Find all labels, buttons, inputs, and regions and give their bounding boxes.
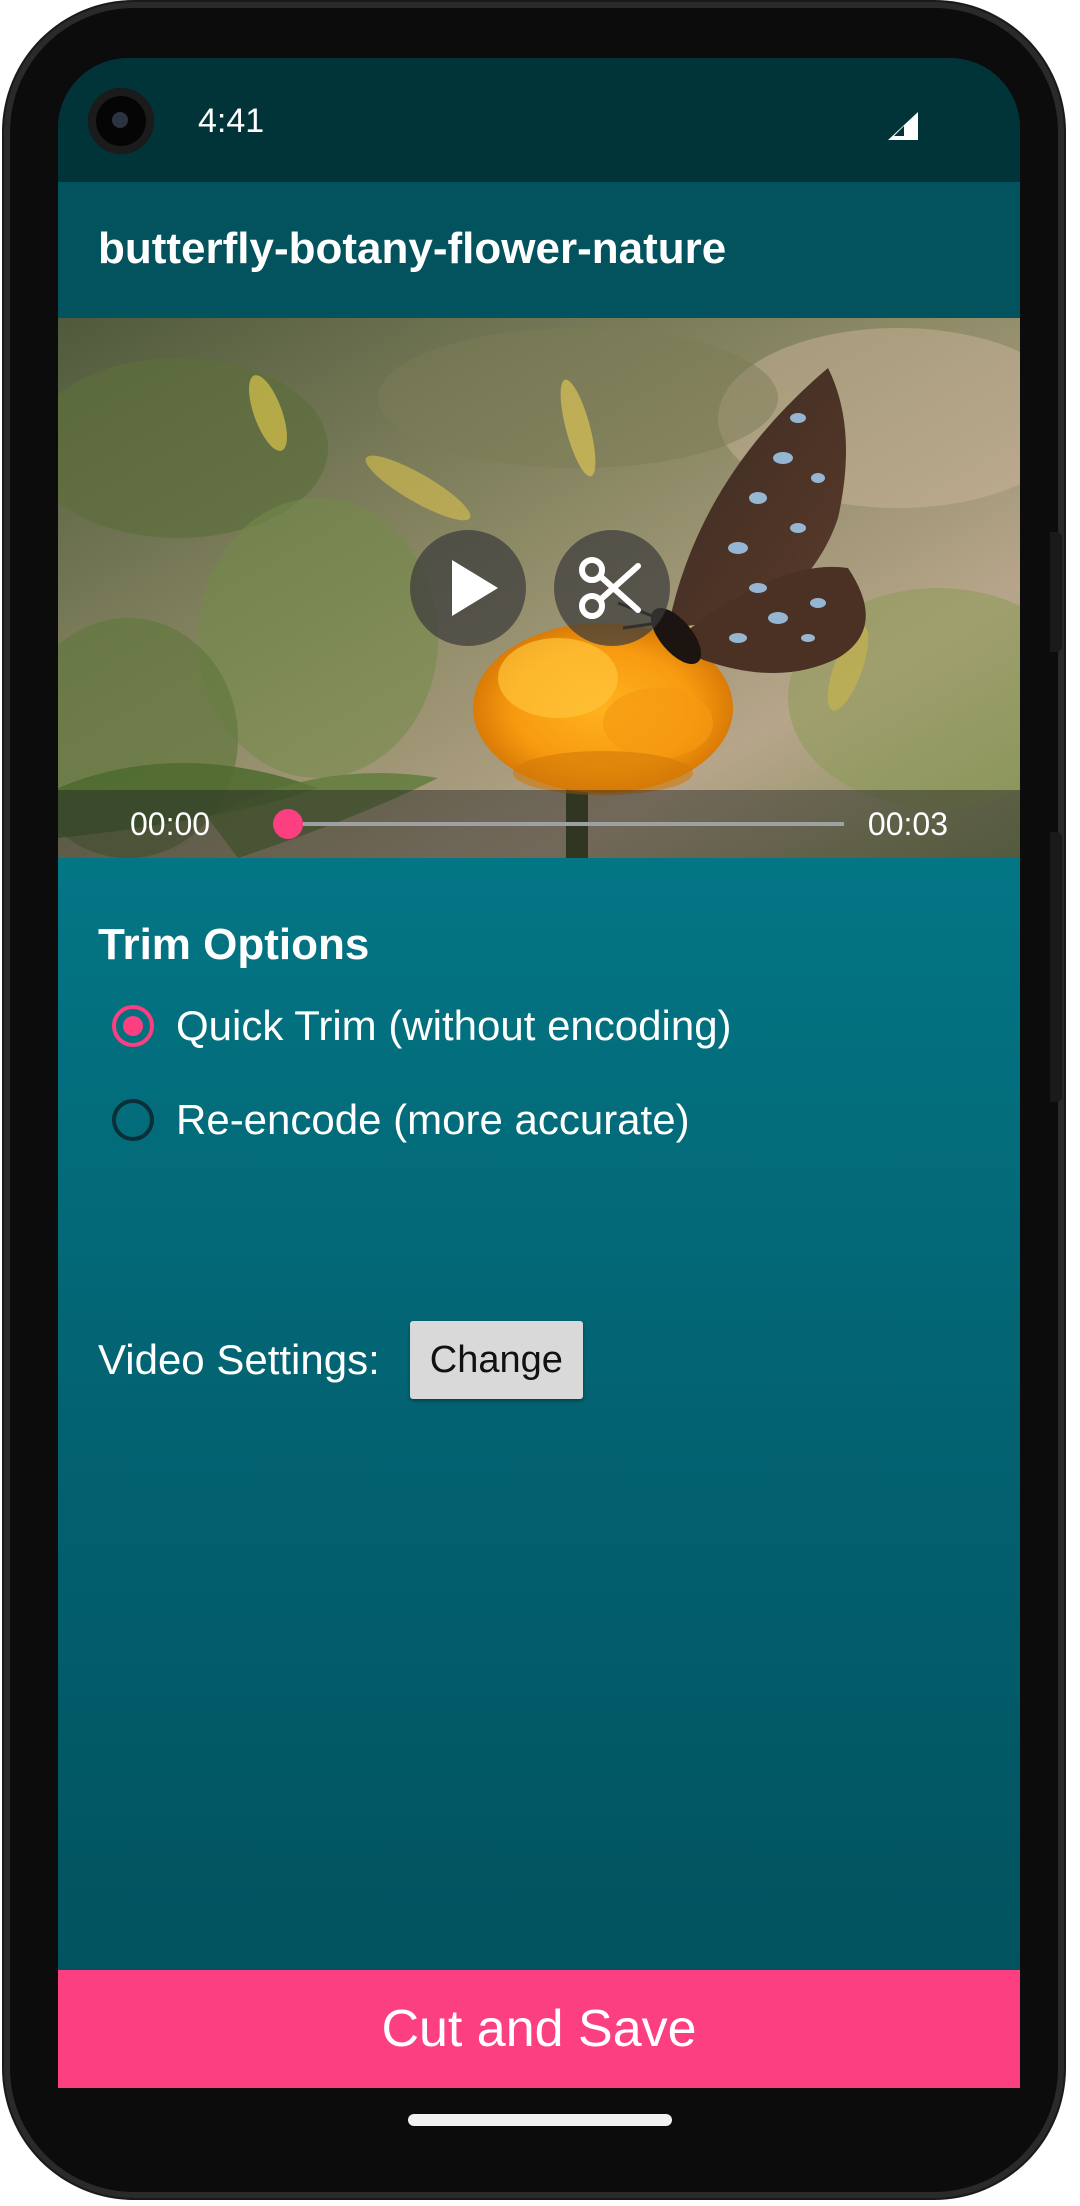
trim-panel: Trim Options Quick Trim (without encodin…	[58, 858, 1020, 1970]
app-bar: butterfly-botany-flower-nature	[58, 182, 1020, 318]
video-settings-label: Video Settings:	[98, 1336, 380, 1383]
trim-options-title: Trim Options	[98, 920, 370, 969]
re-encode-label: Re-encode (more accurate)	[176, 1096, 690, 1143]
total-time: 00:03	[867, 806, 948, 842]
seek-bar: 00:00 00:03	[58, 790, 1020, 858]
page-title: butterfly-botany-flower-nature	[98, 224, 727, 273]
phone-frame: 4:41 butterfly-botany-flower-nature 00:0…	[4, 2, 1064, 2198]
power-button	[1050, 532, 1062, 652]
front-camera	[88, 88, 154, 154]
quick-trim-option[interactable]: Quick Trim (without encoding)	[112, 996, 732, 1056]
re-encode-option[interactable]: Re-encode (more accurate)	[112, 1090, 690, 1150]
change-settings-button[interactable]: Change	[409, 1321, 583, 1399]
play-button[interactable]	[410, 530, 526, 646]
video-settings-row: Video Settings: Change	[98, 1320, 583, 1400]
volume-button	[1050, 832, 1062, 1102]
seek-thumb[interactable]	[273, 809, 303, 839]
quick-trim-label: Quick Trim (without encoding)	[176, 1002, 732, 1049]
scissors-icon	[579, 557, 641, 619]
home-indicator[interactable]	[408, 2114, 672, 2126]
screen: 4:41 butterfly-botany-flower-nature 00:0…	[58, 58, 1020, 2088]
play-icon	[452, 560, 498, 616]
video-player[interactable]: 00:00 00:03	[58, 318, 1020, 858]
video-frame	[58, 318, 1020, 858]
trim-button[interactable]	[554, 530, 670, 646]
signal-icon	[888, 112, 918, 140]
current-time: 00:00	[130, 806, 211, 842]
radio-selected-icon[interactable]	[112, 1005, 154, 1047]
cut-and-save-button[interactable]: Cut and Save	[58, 1970, 1020, 2088]
seek-track[interactable]	[288, 822, 844, 826]
status-time: 4:41	[198, 102, 265, 140]
radio-unselected-icon[interactable]	[112, 1099, 154, 1141]
status-bar: 4:41	[58, 58, 1020, 182]
